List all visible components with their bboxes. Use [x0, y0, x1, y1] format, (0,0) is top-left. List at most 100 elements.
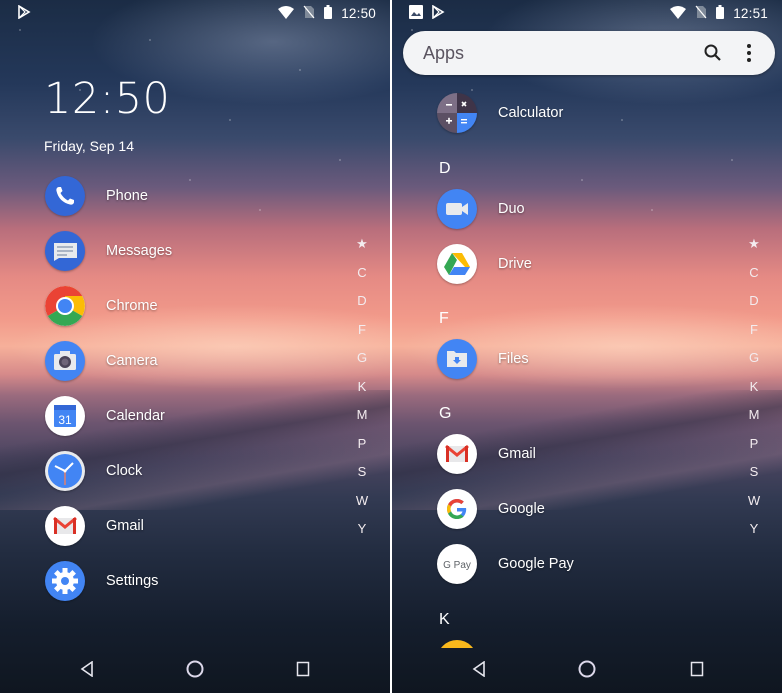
- app-duo[interactable]: Duo: [437, 188, 525, 230]
- index-letter[interactable]: P: [352, 430, 372, 459]
- drive-icon: [437, 244, 477, 284]
- app-gmail[interactable]: Gmail: [437, 433, 536, 475]
- index-letter[interactable]: S: [352, 458, 372, 487]
- back-icon: [80, 661, 93, 677]
- clock-widget-time[interactable]: 12:50: [44, 74, 170, 124]
- recents-button[interactable]: [685, 657, 709, 681]
- app-label: Phone: [106, 188, 148, 204]
- app-phone[interactable]: Phone: [45, 175, 148, 217]
- section-header-k: K: [439, 611, 450, 628]
- app-label: Calendar: [106, 408, 165, 424]
- wifi-icon: [278, 5, 295, 22]
- phone-icon: [45, 176, 85, 216]
- app-label: Calculator: [498, 105, 564, 121]
- svg-text:G Pay: G Pay: [443, 560, 471, 571]
- clock-icon: [45, 451, 85, 491]
- index-letter[interactable]: S: [744, 458, 764, 487]
- app-label: Chrome: [106, 298, 158, 314]
- index-letter[interactable]: M: [744, 401, 764, 430]
- gmail-icon: [437, 434, 477, 474]
- svg-text:31: 31: [58, 413, 72, 427]
- app-label: Camera: [106, 353, 158, 369]
- app-calendar[interactable]: 31 Calendar: [45, 395, 165, 437]
- play-store-notification-icon: [431, 4, 445, 22]
- app-clock[interactable]: Clock: [45, 450, 142, 492]
- app-settings[interactable]: Settings: [45, 560, 158, 602]
- app-drawer-screen: 12:51 Apps Calculator D Duo Drive F File…: [392, 0, 782, 693]
- index-letter[interactable]: K: [352, 373, 372, 402]
- home-icon: [186, 660, 204, 678]
- app-label: Google: [498, 501, 545, 517]
- index-letter[interactable]: G: [744, 344, 764, 373]
- app-chrome[interactable]: Chrome: [45, 285, 158, 327]
- home-icon: [578, 660, 596, 678]
- index-letter[interactable]: C: [352, 259, 372, 288]
- index-letter[interactable]: Y: [744, 515, 764, 544]
- section-header-f: F: [439, 310, 449, 327]
- gmail-icon: [45, 506, 85, 546]
- app-label: Messages: [106, 243, 173, 259]
- app-google[interactable]: Google: [437, 488, 545, 530]
- index-letter[interactable]: D: [352, 287, 372, 316]
- index-letter[interactable]: F: [744, 316, 764, 345]
- home-button[interactable]: [575, 657, 599, 681]
- app-label: Google Pay: [498, 556, 574, 572]
- index-letter[interactable]: W: [352, 487, 372, 516]
- image-notification-icon: [409, 5, 423, 22]
- status-time: 12:50: [341, 6, 376, 21]
- index-letter[interactable]: ★: [352, 230, 372, 259]
- app-drive[interactable]: Drive: [437, 243, 532, 285]
- app-label: Settings: [106, 573, 159, 589]
- calculator-icon: [437, 93, 477, 133]
- apps-search-bar[interactable]: Apps: [403, 31, 775, 75]
- app-gmail[interactable]: Gmail: [45, 505, 144, 547]
- status-time: 12:51: [733, 6, 768, 21]
- play-store-notification-icon: [17, 4, 31, 22]
- chrome-icon: [45, 286, 85, 326]
- app-label: Clock: [106, 463, 143, 479]
- battery-icon: [716, 5, 725, 22]
- search-placeholder[interactable]: Apps: [423, 43, 464, 64]
- app-label: Drive: [498, 256, 532, 272]
- index-letter[interactable]: M: [352, 401, 372, 430]
- files-icon: [437, 339, 477, 379]
- index-letter[interactable]: G: [352, 344, 372, 373]
- index-letter[interactable]: C: [744, 259, 764, 288]
- section-header-g: G: [439, 405, 452, 422]
- more-vert-icon[interactable]: [743, 42, 755, 64]
- index-letter[interactable]: Y: [352, 515, 372, 544]
- app-messages[interactable]: Messages: [45, 230, 172, 272]
- alphabet-index-scrollbar[interactable]: ★ C D F G K M P S W Y: [744, 230, 764, 544]
- index-letter[interactable]: P: [744, 430, 764, 459]
- app-google-pay[interactable]: G Pay Google Pay: [437, 543, 574, 585]
- recents-icon: [296, 661, 310, 677]
- app-label: Duo: [498, 201, 525, 217]
- back-button[interactable]: [75, 657, 99, 681]
- status-bar: 12:50: [0, 0, 390, 24]
- recents-button[interactable]: [291, 657, 315, 681]
- index-letter[interactable]: F: [352, 316, 372, 345]
- messages-icon: [45, 231, 85, 271]
- index-letter[interactable]: W: [744, 487, 764, 516]
- app-label: Gmail: [498, 446, 536, 462]
- search-icon[interactable]: [703, 43, 723, 63]
- app-files[interactable]: Files: [437, 338, 529, 380]
- no-sim-icon: [303, 5, 315, 22]
- navigation-bar: [392, 643, 782, 693]
- index-letter[interactable]: K: [744, 373, 764, 402]
- alphabet-index-scrollbar[interactable]: ★ C D F G K M P S W Y: [352, 230, 372, 544]
- back-icon: [472, 661, 485, 677]
- google-pay-icon: G Pay: [437, 544, 477, 584]
- index-letter[interactable]: D: [744, 287, 764, 316]
- recents-icon: [690, 661, 704, 677]
- index-letter[interactable]: ★: [744, 230, 764, 259]
- status-bar: 12:51: [392, 0, 782, 24]
- app-label: Files: [498, 351, 529, 367]
- app-calculator[interactable]: Calculator: [437, 92, 563, 134]
- camera-icon: [45, 341, 85, 381]
- clock-widget-date[interactable]: Friday, Sep 14: [44, 138, 134, 154]
- back-button[interactable]: [467, 657, 491, 681]
- home-button[interactable]: [183, 657, 207, 681]
- app-camera[interactable]: Camera: [45, 340, 158, 382]
- wifi-icon: [670, 5, 687, 22]
